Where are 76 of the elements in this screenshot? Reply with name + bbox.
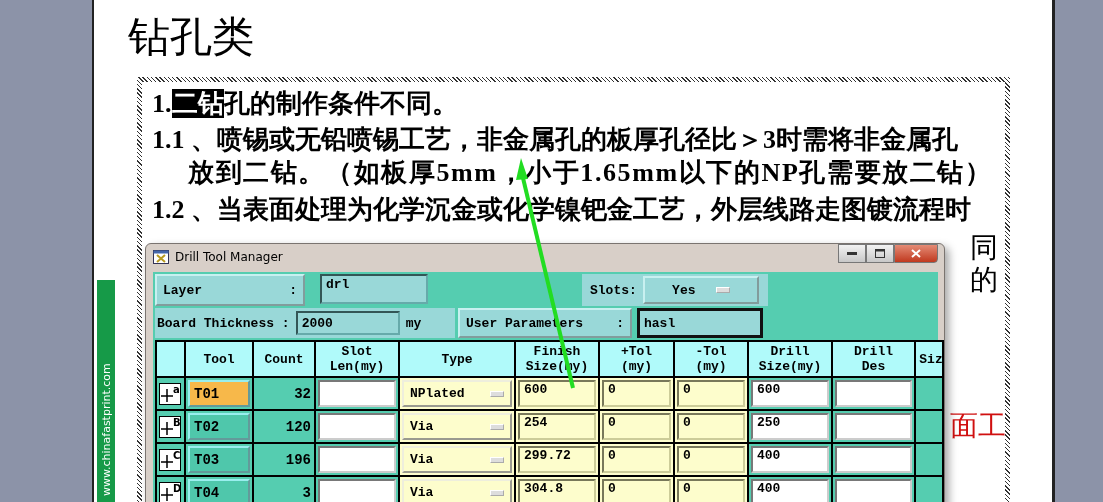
drill-size-field[interactable]: 400 — [751, 446, 829, 473]
count-cell: 3 — [254, 477, 314, 502]
type-dropdown[interactable]: NPlated — [402, 380, 512, 407]
unit-label: my — [405, 315, 422, 331]
column-header: Type — [400, 342, 514, 376]
minus-tolerance-field[interactable]: 0 — [677, 413, 745, 440]
minimize-button[interactable] — [838, 244, 866, 263]
finish-size-field[interactable]: 304.8 — [518, 479, 596, 502]
layer-button[interactable]: Layer : — [155, 274, 305, 306]
count-cell: 32 — [254, 378, 314, 409]
plus-tolerance-field[interactable]: 0 — [602, 380, 671, 407]
minus-tolerance-field[interactable]: 0 — [677, 479, 745, 502]
drill-description-field[interactable] — [835, 446, 912, 473]
column-header: Slot Len(my) — [316, 342, 398, 376]
count-cell: 196 — [254, 444, 314, 475]
board-thickness-field[interactable]: 2000 — [295, 311, 400, 335]
layer-field[interactable]: drl — [320, 274, 428, 304]
finish-size-field[interactable]: 600 — [518, 380, 596, 407]
finish-size-field[interactable]: 254 — [518, 413, 596, 440]
drill-size-field[interactable]: 400 — [751, 479, 829, 502]
slide-title: 钻孔类 — [128, 13, 255, 62]
tool-button[interactable]: T02 — [188, 413, 250, 440]
column-header: Count — [254, 342, 314, 376]
slot-length-field[interactable] — [318, 413, 396, 440]
count-cell: 120 — [254, 411, 314, 442]
board-thickness-label: Board Thickness : — [157, 315, 290, 331]
user-parameters-field[interactable]: hasl — [637, 308, 763, 338]
tool-button[interactable]: T03 — [188, 446, 250, 473]
maximize-button[interactable] — [866, 244, 894, 263]
slot-length-field[interactable] — [318, 380, 396, 407]
close-button[interactable] — [894, 244, 938, 263]
bullet-line: 放到二钻。（如板厚5mm，小于1.65mm以下的NP孔需要放二钻） — [187, 158, 994, 189]
type-dropdown[interactable]: Via — [402, 413, 512, 440]
type-dropdown[interactable]: Via — [402, 446, 512, 473]
tool-button[interactable]: T01 — [188, 380, 250, 407]
plus-tolerance-field[interactable]: 0 — [602, 479, 671, 502]
drill-description-field[interactable] — [835, 413, 912, 440]
bullet-line: 1.二钻孔的制作条件不同。 — [152, 88, 459, 120]
tool-button[interactable]: T04 — [188, 479, 250, 502]
slot-length-field[interactable] — [318, 446, 396, 473]
drill-size-field[interactable]: 250 — [751, 413, 829, 440]
slot-length-field[interactable] — [318, 479, 396, 502]
maximize-icon — [875, 249, 885, 258]
column-header: -Tol (my) — [675, 342, 747, 376]
column-header: Drill Size(my) — [749, 342, 831, 376]
plus-tolerance-field[interactable]: 0 — [602, 446, 671, 473]
drill-description-field[interactable] — [835, 380, 912, 407]
table-cell — [916, 444, 942, 475]
bullet-line: 1.1 、喷锡或无铅喷锡工艺，非金属孔的板厚孔径比＞3时需将非金属孔 — [152, 124, 959, 156]
expand-icon[interactable]: C — [159, 448, 181, 471]
text-fragment: 的 — [970, 264, 998, 296]
slots-dropdown[interactable]: Yes — [642, 276, 759, 304]
text-fragment: 同 — [970, 232, 998, 264]
close-icon — [911, 249, 921, 258]
text-fragment: 面工 — [950, 410, 1006, 442]
table-cell — [916, 378, 942, 409]
slots-label: Slots: — [590, 282, 637, 298]
plus-tolerance-field[interactable]: 0 — [602, 413, 671, 440]
expand-icon[interactable]: a — [159, 382, 181, 405]
column-header: Drill Des — [833, 342, 914, 376]
drill-size-field[interactable]: 600 — [751, 380, 829, 407]
minimize-icon — [847, 251, 857, 256]
finish-size-field[interactable]: 299.72 — [518, 446, 596, 473]
header-cell — [157, 342, 184, 376]
minus-tolerance-field[interactable]: 0 — [677, 380, 745, 407]
app-icon — [153, 250, 169, 264]
drill-description-field[interactable] — [835, 479, 912, 502]
window-title: Drill Tool Manager — [175, 250, 283, 264]
column-header: +Tol (my) — [600, 342, 673, 376]
side-banner: www.chinafastprint.com — [97, 280, 115, 502]
expand-icon[interactable]: B — [159, 415, 181, 438]
minus-tolerance-field[interactable]: 0 — [677, 446, 745, 473]
column-header: Tool — [186, 342, 252, 376]
type-dropdown[interactable]: Via — [402, 479, 512, 502]
column-header: Siz — [916, 342, 942, 376]
table-cell — [916, 411, 942, 442]
